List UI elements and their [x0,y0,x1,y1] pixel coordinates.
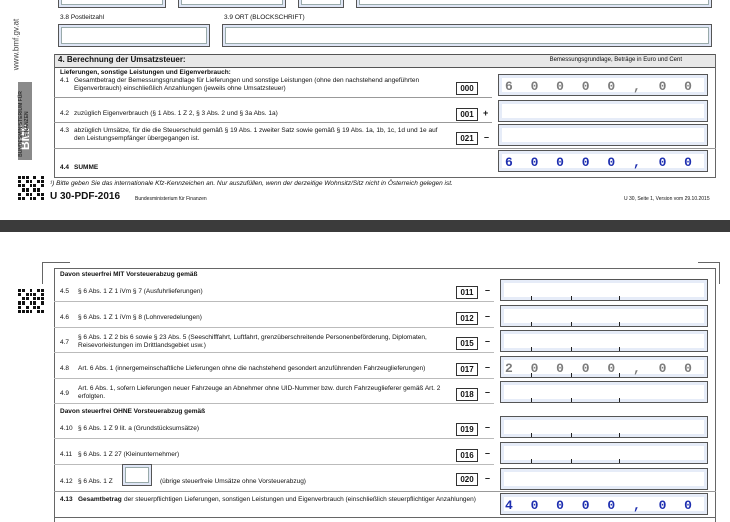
row-4-2-text: zuzüglich Eigenverbrauch (§ 1 Abs. 1 Z 2… [74,110,278,117]
row-text: § 6 Abs. 1 Z 9 lit. a (Grundstücksumsätz… [78,425,200,432]
heading-without-input-tax: Davon steuerfrei OHNE Vorsteuerabzug gem… [60,408,206,415]
form-page-1: www.bmf.gv.at BMF BUNDESMINISTERIUM FÜR … [0,0,730,220]
code-000: 000 [456,82,478,95]
code-box: 011 [456,286,478,299]
top-field-2[interactable] [178,0,286,8]
minus-sign: – [485,285,491,295]
row-text: § 6 Abs. 1 Z 27 (Kleinunternehmer) [78,451,180,458]
row-num: 4.7 [60,339,70,346]
minus-sign: – [485,422,491,432]
city-label: 3.9 ORT (BLOCKSCHRIFT) [224,14,305,21]
top-field-3[interactable] [298,0,344,8]
row-text: Art. 6 Abs. 1 (innergemeinschaftliche Li… [78,364,426,372]
value-field[interactable] [500,279,708,301]
qr-code-icon-2 [18,289,44,313]
section-header: 4. Berechnung der Umsatzsteuer: Bemessun… [54,54,716,68]
row-4-1-text: Gesamtbetrag der Bemessungsgrundlage für… [74,77,420,92]
ministry-side-label: BUNDESMINISTERIUM FÜR FINANZEN [18,91,30,157]
side-url: www.bmf.gv.at [11,18,21,71]
sum-num: 4.4 [60,164,70,171]
code-box: 012 [456,311,478,325]
row-4-12-num: 4.12 [60,478,73,485]
minus-sign: – [485,448,491,458]
footnote: ¹) Bitte geben Sie das internationale Kf… [50,180,453,187]
minus-sign: – [485,361,491,372]
value-field[interactable] [500,304,708,327]
city-field[interactable] [222,24,712,47]
qr-code-icon [18,176,44,200]
plus-sign: + [483,108,489,118]
code-box: 017 [456,362,478,376]
supplies-heading: Lieferungen, sonstige Leistungen und Eig… [60,69,231,76]
top-field-4[interactable] [356,0,712,8]
row-4-12-subsection-input[interactable] [122,464,152,486]
minus-sign: – [485,387,491,397]
value-000: 6 0 0 0 0 , 0 0 [504,79,697,94]
row-4-12-text-after: (übrige steuerfreie Umsätze ohne Vorsteu… [160,478,306,485]
minus-sign: – [485,336,491,346]
value-field-021[interactable] [498,124,708,146]
value-field[interactable] [500,442,708,464]
sum-label: SUMME [74,164,99,171]
row-4-13-num: 4.13 [60,496,73,503]
row-text: § 6 Abs. 1 Z 1 iVm § 8 (Lohnveredelungen… [78,313,202,321]
code-box: 016 [456,449,478,462]
value-field-000[interactable]: 6 0 0 0 0 , 0 0 [498,74,708,96]
row-4-3-text: abzüglich Umsätze, für die die Steuersch… [74,127,438,142]
minus-sign-021: – [484,132,490,142]
code-020: 020 [456,473,478,486]
code-001: 001 [456,108,478,121]
postcode-label: 3.8 Postleitzahl [60,14,105,21]
row-num: 4.11 [60,451,73,458]
form-page-2: Davon steuerfrei MIT Vorsteuerabzug gemä… [0,232,730,522]
sum-value: 6 0 0 0 0 , 0 0 [504,155,697,170]
minus-sign: – [485,310,491,321]
form-id: U 30-PDF-2016 [50,191,121,202]
row-num: 4.9 [60,390,70,397]
section-title: 4. Berechnung der Umsatzsteuer: [58,55,186,64]
form-version: U 30, Seite 1, Version vom 29.10.2015 [624,196,710,202]
row-num: 4.8 [60,364,70,372]
row-text: Art. 6 Abs. 1, sofern Lieferungen neuer … [78,385,441,400]
code-021: 021 [456,132,478,145]
row-4-2-num: 4.2 [60,110,70,117]
value-field[interactable] [500,416,708,438]
row-num: 4.5 [60,288,70,295]
row-num: 4.10 [60,425,73,432]
form-ministry: Bundesministerium für Finanzen [135,196,207,202]
code-box: 018 [456,388,478,401]
value-field[interactable] [500,381,708,403]
row-value: 2 0 0 0 0 , 0 0 [504,360,697,376]
total-field[interactable]: 4 0 0 0 0 , 0 0 [500,493,708,515]
row-text: § 6 Abs. 1 Z 1 iVm § 7 (Ausfuhrlieferung… [78,288,203,295]
row-4-12-text-before: § 6 Abs. 1 Z [78,478,113,485]
row-num: 4.6 [60,313,70,321]
value-field[interactable] [500,330,708,352]
value-field-001[interactable] [498,100,708,122]
row-4-3-num: 4.3 [60,127,70,134]
code-box: 019 [456,423,478,436]
value-field-020[interactable] [500,468,708,490]
row-text: § 6 Abs. 1 Z 2 bis 6 sowie § 23 Abs. 5 (… [78,334,427,349]
value-field[interactable]: 2 0 0 0 0 , 0 0 [500,355,708,378]
heading-with-input-tax: Davon steuerfrei MIT Vorsteuerabzug gemä… [60,271,198,278]
total-value: 4 0 0 0 0 , 0 0 [504,498,697,513]
section-note: Bemessungsgrundlage, Beträge in Euro und… [549,57,682,63]
code-box: 015 [456,337,478,350]
sum-field[interactable]: 6 0 0 0 0 , 0 0 [498,150,708,172]
row-4-1-num: 4.1 [60,77,70,84]
minus-sign-020: – [485,473,491,483]
top-field-1[interactable] [58,0,166,8]
row-4-13-text: der steuerpflichtigen Lieferungen, sonst… [124,496,476,503]
postcode-field[interactable] [58,24,210,47]
